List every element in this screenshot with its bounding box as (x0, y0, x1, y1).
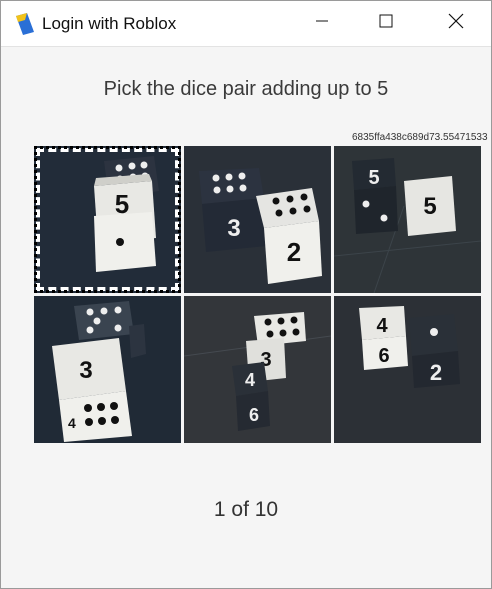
svg-text:3: 3 (79, 357, 92, 384)
dice-grid: 5 3 2 5 5 3 4 3 4 6 4 6 2 (34, 146, 483, 443)
svg-text:2: 2 (430, 360, 442, 385)
minimize-icon (315, 14, 329, 33)
svg-text:6: 6 (378, 345, 389, 367)
dice-tile-5[interactable]: 3 4 6 (184, 296, 331, 443)
svg-text:6: 6 (249, 405, 259, 425)
close-button[interactable] (433, 1, 479, 46)
challenge-progress: 1 of 10 (213, 498, 279, 521)
maximize-icon (379, 14, 393, 33)
svg-text:4: 4 (376, 315, 388, 337)
window-title: Login with Roblox (42, 14, 177, 33)
dice-tile-3[interactable]: 5 5 (334, 146, 481, 293)
svg-text:2: 2 (287, 237, 301, 267)
svg-text:5: 5 (368, 167, 379, 189)
dice-tile-1[interactable]: 5 (34, 146, 181, 293)
svg-text:3: 3 (227, 215, 240, 242)
maximize-button[interactable] (363, 1, 409, 46)
challenge-id: 6835ffa438c689d73.55471533 (352, 132, 488, 143)
close-icon (448, 13, 464, 34)
challenge-panel: Pick the dice pair adding up to 5 6835ff… (1, 47, 491, 588)
challenge-prompt: Pick the dice pair adding up to 5 (103, 78, 389, 100)
title-bar: Login with Roblox (1, 1, 491, 47)
svg-text:5: 5 (115, 189, 129, 219)
login-window: Login with Roblox Pick the dice pair add… (0, 0, 492, 589)
svg-text:4: 4 (68, 415, 76, 431)
svg-text:5: 5 (423, 193, 436, 220)
minimize-button[interactable] (299, 1, 345, 46)
dice-tile-2[interactable]: 3 2 (184, 146, 331, 293)
dice-tile-4[interactable]: 3 4 (34, 296, 181, 443)
svg-text:4: 4 (245, 370, 255, 390)
dice-tile-6[interactable]: 4 6 2 (334, 296, 481, 443)
roblox-app-icon (13, 12, 37, 36)
